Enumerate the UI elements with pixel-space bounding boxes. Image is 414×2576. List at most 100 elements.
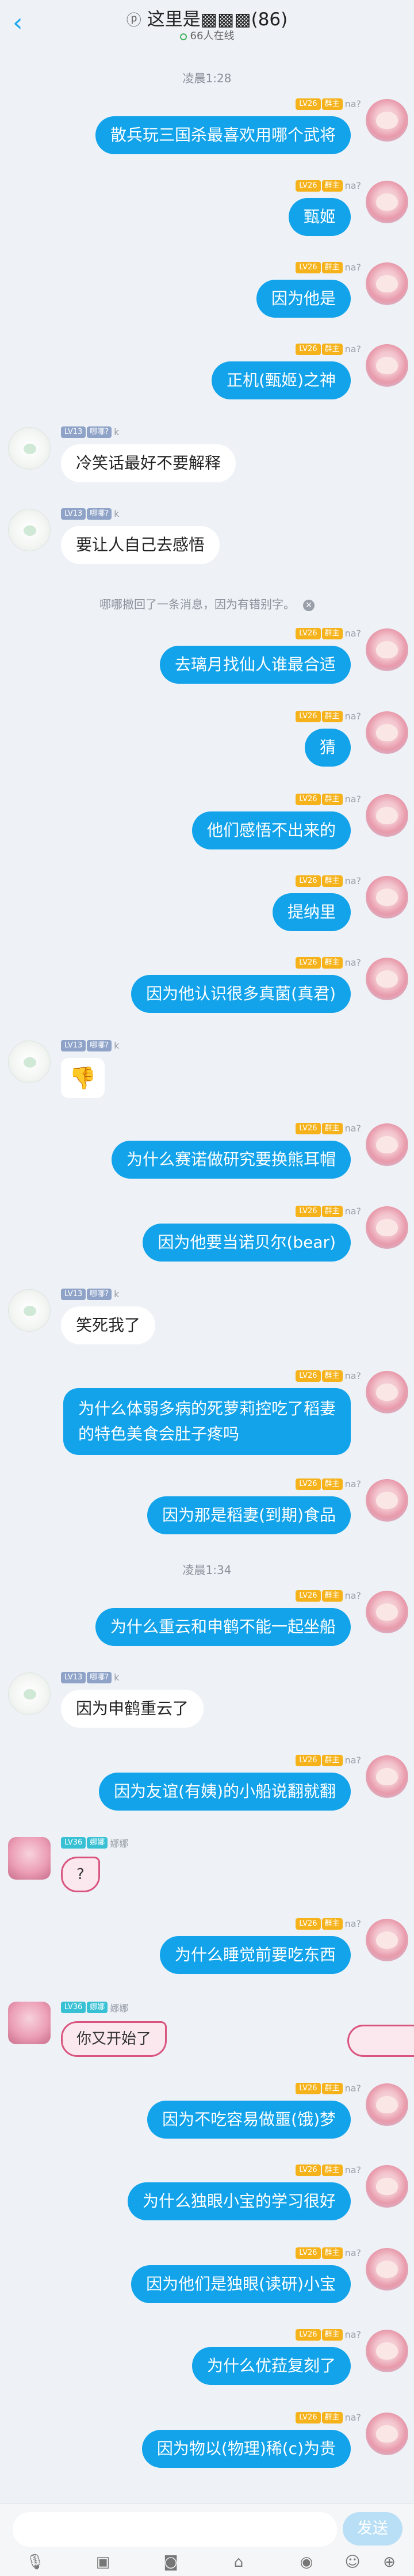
info-icon: ⓟ <box>126 12 141 29</box>
gift-icon[interactable]: ⌂ <box>225 2552 252 2572</box>
message-bubble[interactable]: 因为他们是独眼(读研)小宝 <box>131 2265 351 2303</box>
avatar[interactable] <box>366 181 408 223</box>
avatar[interactable] <box>366 1479 408 1522</box>
avatar[interactable] <box>366 344 408 387</box>
avatar[interactable] <box>366 2165 408 2208</box>
avatar[interactable] <box>366 2413 408 2455</box>
sender-meta: LV26 群主 na? <box>296 180 361 192</box>
avatar[interactable] <box>366 1755 408 1798</box>
message-bubble[interactable]: 为什么优菈复刻了 <box>191 2347 351 2385</box>
message-bubble[interactable]: 因为那是稻妻(到期)食品 <box>147 1496 351 1534</box>
chat-feed[interactable]: 凌晨1:28 LV26 群主 na? 散兵玩三国杀最喜欢用哪个武将 LV26 群主 na… <box>0 46 414 2503</box>
avatar[interactable] <box>366 1919 408 1961</box>
avatar[interactable] <box>366 2248 408 2291</box>
sender-meta: LV26 群主 na? <box>296 957 361 969</box>
sender-meta: LV26 群主 na? <box>296 261 361 274</box>
message-bubble[interactable]: 因为友谊(有姨)的小船说翻就翻 <box>99 1773 351 1811</box>
avatar[interactable] <box>366 794 408 837</box>
sender-meta: LV26 群主 na? <box>296 2329 361 2341</box>
camera-icon[interactable]: ◙ <box>158 2552 184 2572</box>
sender-meta: LV26 群主 na? <box>296 98 361 110</box>
sender-meta: LV13 哪哪? k <box>61 508 119 520</box>
message-bubble[interactable]: 要让人自己去感悟 <box>61 526 220 564</box>
sender-meta: LV26 群主 na? <box>296 1205 361 1218</box>
sender-meta: LV26 群主 na? <box>296 2082 361 2095</box>
sender-meta: LV26 群主 na? <box>296 1370 361 1382</box>
message-bubble[interactable]: 他们感悟不出来的 <box>191 811 351 849</box>
page-title: ⓟ 这里是▩▩▩(86) <box>0 5 414 31</box>
sender-meta: LV36 娜娜 娜娜 <box>61 2000 128 2014</box>
avatar[interactable] <box>366 711 408 754</box>
message-bubble[interactable]: 为什么独眼小宝的学习很好 <box>127 2182 351 2220</box>
message-bubble[interactable]: 笑死我了 <box>61 1306 156 1344</box>
online-count: 66人在线 <box>0 28 414 43</box>
message-input[interactable] <box>13 2512 337 2547</box>
timestamp: 凌晨1:28 <box>182 71 232 85</box>
close-icon[interactable]: ✕ <box>303 600 315 611</box>
avatar[interactable] <box>366 1206 408 1249</box>
plus-icon[interactable]: ⊕ <box>376 2552 402 2572</box>
avatar[interactable] <box>8 427 51 470</box>
sender-meta: LV26 群主 na? <box>296 875 361 887</box>
message-bubble[interactable]: 为什么赛诺做研究要换熊耳帽 <box>111 1141 351 1179</box>
sender-meta: LV13 哪哪? k <box>61 1671 119 1684</box>
message-bubble[interactable]: 提纳里 <box>272 893 351 931</box>
sender-meta: LV26 群主 na? <box>296 1122 361 1135</box>
mic-icon[interactable]: 🎙 <box>22 2552 48 2572</box>
group-title: 这里是▩▩▩(86) <box>147 9 288 30</box>
avatar[interactable] <box>366 958 408 1000</box>
message-bubble[interactable]: 因为不吃容易做噩(饿)梦 <box>147 2101 351 2139</box>
message-bubble[interactable]: 为什么重云和申鹤不能一起坐船 <box>95 1608 351 1646</box>
message-bubble[interactable]: 去璃月找仙人谁最合适 <box>159 646 351 684</box>
send-button[interactable]: 发送 <box>343 2512 402 2545</box>
sender-meta: LV26 群主 na? <box>296 1590 361 1602</box>
message-bubble[interactable]: 因为他要当诺贝尔(bear) <box>143 1224 351 1262</box>
message-bubble[interactable]: 因为他认识很多真菌(真君) <box>131 975 351 1013</box>
message-bubble[interactable]: 因为申鹤重云了 <box>61 1690 204 1728</box>
message-bubble[interactable]: 散兵玩三国杀最喜欢用哪个武将 <box>95 116 351 154</box>
sender-meta: LV26 群主 na? <box>296 710 361 723</box>
image-icon[interactable]: ▣ <box>90 2552 116 2572</box>
avatar[interactable] <box>366 628 408 671</box>
sender-meta: LV26 群主 na? <box>296 343 361 356</box>
avatar[interactable] <box>366 1123 408 1166</box>
avatar[interactable] <box>8 509 51 551</box>
sender-meta: LV26 群主 na? <box>296 1754 361 1767</box>
online-dot-icon <box>179 33 187 40</box>
input-bar: 发送 🎙 ▣ ◙ ⌂ ◉ ☺ ⊕ <box>0 2503 414 2576</box>
avatar[interactable] <box>366 1371 408 1413</box>
sender-meta: LV26 群主 na? <box>296 1918 361 1930</box>
message-bubble[interactable]: 甄姬 <box>288 198 351 236</box>
top-bar: ‹ ⓟ 这里是▩▩▩(86) 66人在线 <box>0 0 414 46</box>
timestamp: 凌晨1:34 <box>182 1563 232 1577</box>
message-bubble[interactable]: 为什么睡觉前要吃东西 <box>159 1936 351 1974</box>
avatar[interactable] <box>8 2002 51 2044</box>
message-bubble[interactable]: 冷笑话最好不要解释 <box>61 444 236 482</box>
message-bubble[interactable]: 因为他是 <box>256 280 351 318</box>
emoji-smile-icon[interactable]: ☺ <box>339 2552 366 2572</box>
bubble-decoration <box>347 2025 414 2057</box>
avatar[interactable] <box>8 1837 51 1880</box>
message-bubble[interactable]: 为什么体弱多病的死萝莉控吃了稻妻的特色美食会肚子疼吗 <box>63 1388 351 1455</box>
avatar[interactable] <box>366 876 408 919</box>
emoji-face-icon[interactable]: ◉ <box>293 2552 320 2572</box>
sender-meta: LV13 哪哪? k <box>61 1039 119 1052</box>
avatar[interactable] <box>366 2083 408 2126</box>
sender-meta: LV26 群主 na? <box>296 627 361 640</box>
message-bubble[interactable]: 正机(甄姬)之神 <box>212 361 351 399</box>
message-bubble[interactable]: 你又开始了 <box>61 2021 167 2057</box>
message-bubble[interactable]: 因为物以(物理)稀(c)为贵 <box>141 2430 351 2468</box>
message-bubble[interactable]: ? <box>61 1857 100 1892</box>
message-bubble[interactable]: 猜 <box>304 729 351 767</box>
sender-meta: LV26 群主 na? <box>296 2164 361 2177</box>
avatar[interactable] <box>8 1041 51 1083</box>
avatar[interactable] <box>366 99 408 142</box>
avatar[interactable] <box>366 2330 408 2372</box>
avatar[interactable] <box>8 1289 51 1332</box>
sender-meta: LV26 群主 na? <box>296 793 361 806</box>
avatar[interactable] <box>366 262 408 305</box>
avatar[interactable] <box>8 1672 51 1715</box>
thumbs-down-icon[interactable]: 👎 <box>61 1058 105 1098</box>
avatar[interactable] <box>366 1591 408 1633</box>
sender-meta: LV26 群主 na? <box>296 2247 361 2259</box>
